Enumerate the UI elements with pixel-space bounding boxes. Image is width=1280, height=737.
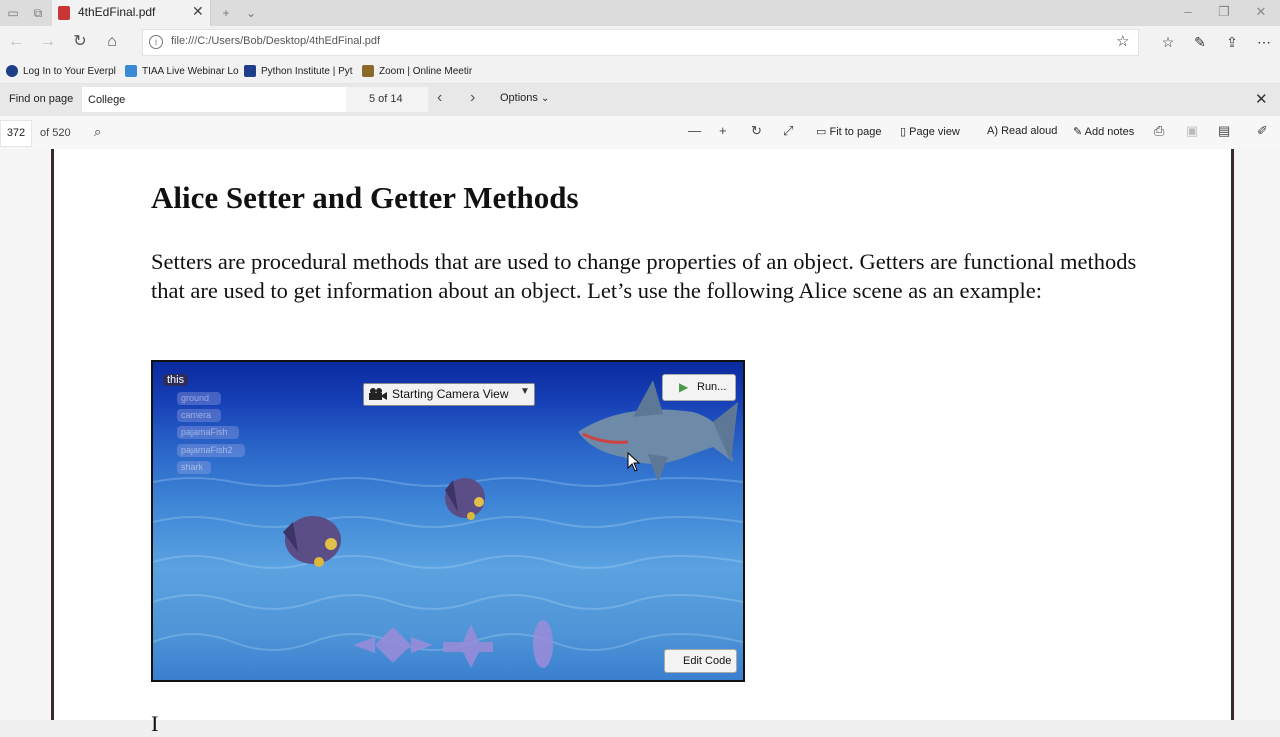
- camera-view-label: Starting Camera View: [392, 387, 509, 401]
- edit-code-label: Edit Code: [683, 655, 732, 667]
- favorites-hub-icon[interactable]: ☆: [1157, 32, 1179, 52]
- zoom-in-icon[interactable]: +: [719, 123, 727, 138]
- pen-icon: ✎: [1073, 126, 1083, 138]
- page-view-label: Page view: [909, 126, 960, 138]
- address-bar[interactable]: i file:///C:/Users/Bob/Desktop/4thEdFina…: [142, 29, 1139, 56]
- pin-toolbar-icon[interactable]: ✐: [1257, 123, 1268, 139]
- everplans-icon: [6, 65, 18, 77]
- favorite-label: TIAA Live Webinar Lo: [142, 65, 239, 77]
- favorite-star-icon[interactable]: ☆: [1116, 32, 1129, 50]
- ocean-waves-graphic: [153, 380, 743, 668]
- fit-to-page-label: Fit to page: [829, 126, 882, 138]
- run-label: Run...: [697, 381, 727, 393]
- scene-tree-this[interactable]: this: [163, 374, 189, 386]
- scene-tree-item[interactable]: camera: [177, 409, 221, 422]
- document-area: Alice Setter and Getter Methods Setters …: [0, 149, 1280, 736]
- scene-tree-item[interactable]: ground: [177, 392, 221, 405]
- scene-tree-item[interactable]: shark: [177, 461, 211, 474]
- favorite-label: Log In to Your Everpl: [23, 65, 116, 77]
- site-info-icon[interactable]: i: [149, 35, 163, 49]
- run-button[interactable]: ▶ Run...: [662, 374, 736, 401]
- find-match-count: 5 of 14: [369, 93, 403, 105]
- scene-tree-item[interactable]: pajamaFish2: [177, 444, 245, 457]
- rotate-icon[interactable]: ↻: [751, 123, 762, 139]
- refresh-icon[interactable]: ↻: [68, 32, 92, 52]
- tab-close-icon[interactable]: ✕: [192, 3, 204, 20]
- dropdown-arrow-icon: ▼: [520, 386, 530, 397]
- favorite-everplans[interactable]: Log In to Your Everpl: [6, 63, 116, 79]
- fit-to-page-button[interactable]: ▭ Fit to page: [816, 125, 881, 138]
- full-screen-icon[interactable]: ⤢: [783, 123, 793, 139]
- find-count-box: 5 of 14: [346, 87, 428, 112]
- pdf-toolbar: 372 of 520 ⌕ — + ↻ ⤢ ▭ Fit to page ▯ Pag…: [0, 116, 1280, 150]
- favorites-bar: Log In to Your Everpl TIAA Live Webinar …: [0, 58, 1280, 84]
- tab-title: 4thEdFinal.pdf: [78, 5, 156, 19]
- pajama-fish2-graphic: [445, 478, 485, 520]
- favorite-zoom[interactable]: Zoom | Online Meetir: [362, 63, 472, 79]
- tiaa-icon: [125, 65, 137, 77]
- favorite-python-institute[interactable]: Python Institute | Pyt: [244, 63, 353, 79]
- favorite-tiaa[interactable]: TIAA Live Webinar Lo: [125, 63, 239, 79]
- scene-tree-item[interactable]: pajamaFish: [177, 426, 239, 439]
- find-options-button[interactable]: Options ⌄: [500, 92, 549, 104]
- camera-view-dropdown[interactable]: Starting Camera View ▼: [363, 383, 535, 406]
- page-total: of 520: [40, 127, 71, 139]
- navigation-bar: ← → ↻ ⌂ i file:///C:/Users/Bob/Desktop/4…: [0, 26, 1280, 58]
- more-menu-icon[interactable]: ⋯: [1253, 32, 1275, 52]
- close-window-button[interactable]: ✕: [1246, 4, 1276, 22]
- camera-controls-graphic: [353, 620, 553, 668]
- pajama-fish-graphic: [283, 516, 341, 567]
- body-paragraph: Setters are procedural methods that are …: [151, 249, 1137, 303]
- find-next-chevron-icon[interactable]: ›: [470, 89, 475, 107]
- read-aloud-button[interactable]: A) Read aloud: [987, 125, 1057, 137]
- favorite-label: Python Institute | Pyt: [261, 65, 353, 77]
- page-heading: Alice Setter and Getter Methods: [151, 180, 579, 215]
- tab-active[interactable]: 4thEdFinal.pdf ✕: [52, 0, 211, 26]
- address-text[interactable]: file:///C:/Users/Bob/Desktop/4thEdFinal.…: [171, 35, 380, 47]
- pen-notes-icon[interactable]: ✎: [1189, 32, 1211, 52]
- new-tab-icon[interactable]: +: [218, 5, 234, 21]
- play-icon: ▶: [679, 380, 689, 394]
- pdf-page: Alice Setter and Getter Methods Setters …: [51, 149, 1234, 736]
- zoom-out-icon[interactable]: —: [688, 123, 701, 138]
- read-aloud-icon: A): [987, 125, 998, 137]
- forward-arrow-icon[interactable]: →: [36, 32, 60, 52]
- search-icon[interactable]: ⌕: [94, 124, 101, 140]
- video-camera-icon: [369, 388, 387, 400]
- print-icon[interactable]: ⎙: [1154, 123, 1164, 139]
- chevron-down-icon: ⌄: [540, 93, 550, 104]
- title-bar: ▭ ⧉ 4thEdFinal.pdf ✕ + ⌄ – ❐ ✕: [0, 0, 1280, 26]
- favorite-label: Zoom | Online Meetir: [379, 65, 473, 77]
- page-view-icon: ▯: [900, 126, 907, 138]
- share-icon[interactable]: ⇪: [1221, 32, 1243, 52]
- mouse-cursor-icon: [627, 452, 641, 472]
- pdf-file-icon: [58, 6, 70, 20]
- minimize-button[interactable]: –: [1173, 4, 1203, 22]
- page-view-button[interactable]: ▯ Page view: [900, 125, 960, 138]
- python-institute-icon: [244, 65, 256, 77]
- find-options-label: Options: [500, 92, 538, 104]
- save-as-icon[interactable]: ▤: [1218, 123, 1230, 139]
- edit-code-button[interactable]: Edit Code: [664, 649, 737, 673]
- back-arrow-icon[interactable]: ←: [4, 32, 28, 52]
- read-aloud-label: Read aloud: [1001, 125, 1058, 137]
- home-icon[interactable]: ⌂: [100, 32, 124, 52]
- find-previous-chevron-icon[interactable]: ‹: [437, 89, 442, 107]
- find-input[interactable]: [82, 87, 350, 112]
- save-icon[interactable]: ▣: [1186, 123, 1198, 139]
- fit-to-page-icon: ▭: [816, 126, 827, 138]
- maximize-button[interactable]: ❐: [1209, 4, 1239, 22]
- find-close-icon[interactable]: ✕: [1255, 90, 1268, 108]
- add-notes-button[interactable]: ✎ Add notes: [1073, 125, 1134, 138]
- tab-actions-icon[interactable]: ▭: [5, 5, 21, 21]
- alice-scene-image: this ground camera pajamaFish pajamaFish…: [151, 360, 745, 682]
- find-bar: Find on page 5 of 14 ‹ › Options ⌄ ✕: [0, 84, 1280, 116]
- next-line-text: I: [151, 711, 159, 736]
- page-number-input[interactable]: 372: [0, 120, 32, 147]
- add-notes-label: Add notes: [1084, 126, 1135, 138]
- find-label: Find on page: [9, 93, 74, 105]
- tab-list-chevron-icon[interactable]: ⌄: [243, 5, 259, 21]
- set-aside-tabs-icon[interactable]: ⧉: [30, 5, 46, 21]
- zoom-icon: [362, 65, 374, 77]
